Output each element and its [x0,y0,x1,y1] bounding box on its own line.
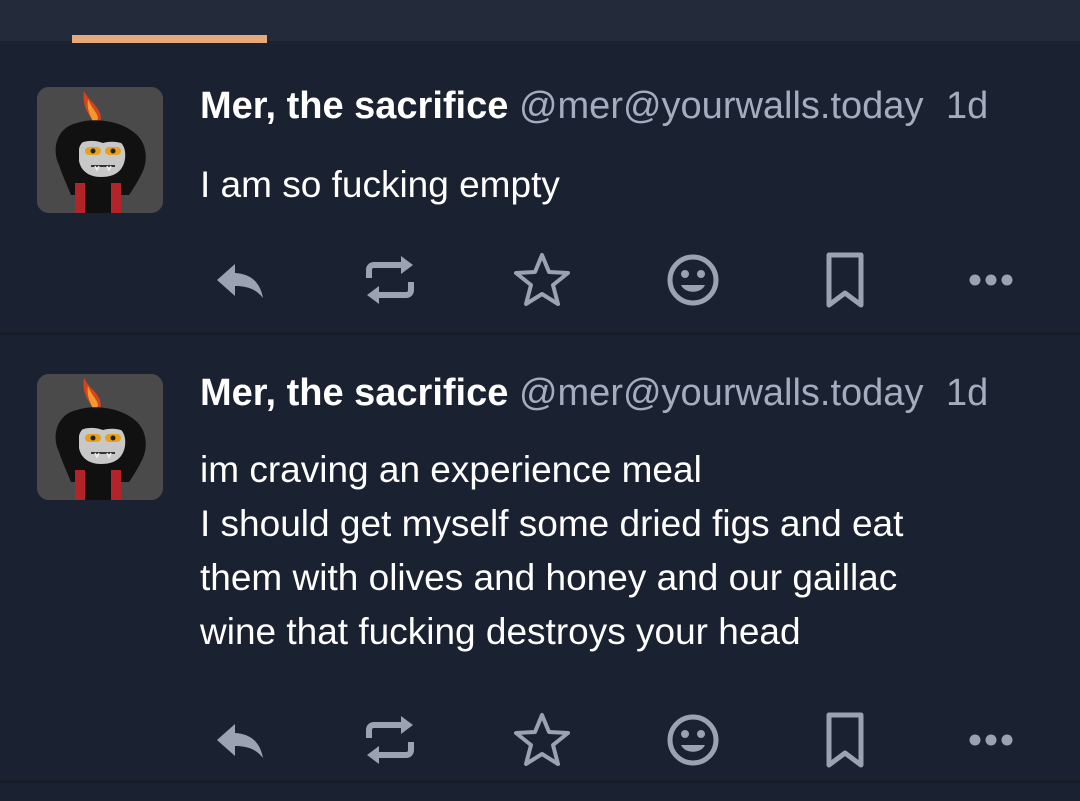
post[interactable]: Mer, the sacrifice @mer@yourwalls.today … [0,335,1080,780]
more-button[interactable] [951,250,1031,310]
timestamp[interactable]: 1d [946,372,988,414]
tab-bar [0,0,1080,44]
user-handle[interactable]: @mer@yourwalls.today [519,372,924,414]
timestamp[interactable]: 1d [946,85,988,127]
avatar[interactable] [37,87,163,213]
bookmark-icon [826,712,864,768]
boost-icon [366,716,414,764]
boost-button[interactable] [350,250,430,310]
content-line: I should get myself some dried figs and … [200,503,904,544]
post-actions [200,250,1050,310]
post-content: I am so fucking empty [200,158,1040,212]
reply-icon [217,724,263,758]
favourite-button[interactable] [502,710,582,770]
content-line: them with olives and honey and our gaill… [200,557,898,598]
star-icon [514,713,570,766]
content-line: I am so fucking empty [200,164,560,205]
active-tab-indicator[interactable] [72,35,267,43]
boost-icon [366,256,414,304]
display-name[interactable]: Mer, the sacrifice [200,372,508,414]
more-button[interactable] [951,710,1031,770]
post-content: im craving an experience meal I should g… [200,443,1040,659]
app: Mer, the sacrifice @mer@yourwalls.today … [0,0,1080,801]
reply-button[interactable] [200,710,280,770]
boost-button[interactable] [350,710,430,770]
avatar[interactable] [37,374,163,500]
bookmark-button[interactable] [805,250,885,310]
post[interactable]: Mer, the sacrifice @mer@yourwalls.today … [0,47,1080,332]
more-icon [969,734,1013,746]
next-post-edge [0,783,1080,801]
reply-button[interactable] [200,250,280,310]
reply-icon [217,264,263,298]
post-divider [0,332,1080,335]
post-header: Mer, the sacrifice @mer@yourwalls.today … [200,84,988,128]
star-icon [514,253,570,306]
bookmark-button[interactable] [805,710,885,770]
emoji-icon [667,254,719,306]
emoji-reaction-button[interactable] [653,710,733,770]
user-handle[interactable]: @mer@yourwalls.today [519,85,924,127]
emoji-icon [667,714,719,766]
bookmark-icon [826,252,864,308]
content-line: wine that fucking destroys your head [200,611,801,652]
more-icon [969,274,1013,286]
display-name[interactable]: Mer, the sacrifice [200,85,508,127]
favourite-button[interactable] [502,250,582,310]
post-header: Mer, the sacrifice @mer@yourwalls.today … [200,371,988,415]
emoji-reaction-button[interactable] [653,250,733,310]
post-actions [200,710,1050,770]
content-line: im craving an experience meal [200,449,702,490]
